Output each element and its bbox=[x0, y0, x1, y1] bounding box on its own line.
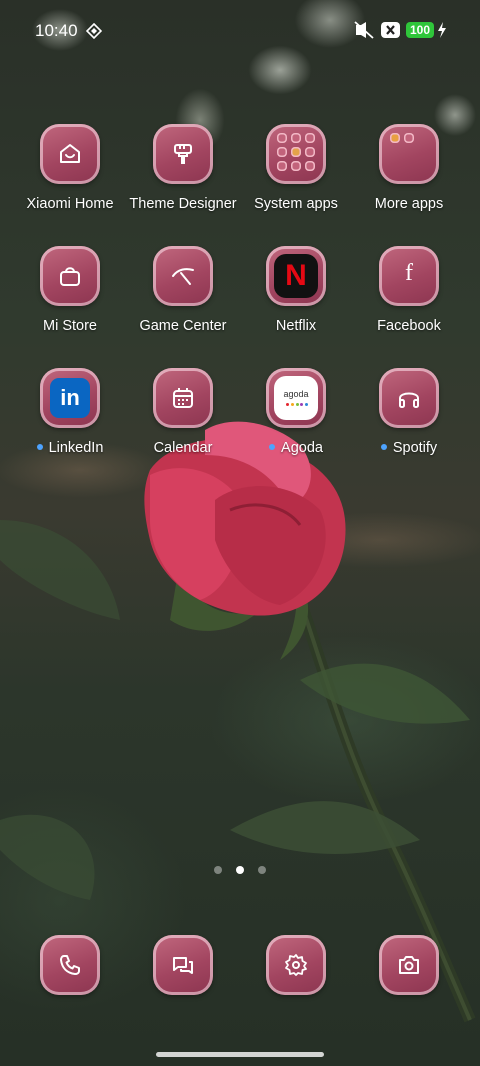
app-spotify[interactable]: Spotify bbox=[353, 368, 465, 468]
shopping-bag-icon bbox=[40, 246, 100, 306]
dock-messages[interactable] bbox=[153, 935, 213, 995]
app-label: Calendar bbox=[153, 440, 213, 456]
folder-app-previews bbox=[390, 133, 428, 173]
folder-more-apps[interactable]: More apps bbox=[353, 124, 465, 224]
page-dot[interactable] bbox=[214, 866, 222, 874]
headphones-icon bbox=[379, 368, 439, 428]
paint-roller-icon bbox=[153, 124, 213, 184]
folder-icon bbox=[379, 124, 439, 184]
app-label: More apps bbox=[374, 196, 444, 212]
facebook-logo-letter: f bbox=[405, 260, 413, 286]
game-center-icon bbox=[153, 246, 213, 306]
app-label: Theme Designer bbox=[129, 196, 237, 212]
app-theme-designer[interactable]: Theme Designer bbox=[127, 124, 239, 224]
folder-icon bbox=[266, 124, 326, 184]
new-install-dot bbox=[380, 444, 387, 451]
app-xiaomi-home[interactable]: Xiaomi Home bbox=[14, 124, 126, 224]
messages-icon bbox=[153, 935, 213, 995]
netflix-logo-letter: N bbox=[285, 259, 307, 292]
app-label: Game Center bbox=[139, 318, 227, 334]
app-label: Spotify bbox=[353, 440, 465, 456]
page-dot-active[interactable] bbox=[236, 866, 244, 874]
ds-icon bbox=[85, 22, 103, 44]
clock: 10:40 bbox=[35, 21, 78, 40]
agoda-icon: agoda bbox=[266, 368, 326, 428]
app-linkedin[interactable]: in LinkedIn bbox=[14, 368, 126, 468]
linkedin-logo-text: in bbox=[60, 385, 80, 410]
camera-icon bbox=[379, 935, 439, 995]
app-game-center[interactable]: Game Center bbox=[127, 246, 239, 346]
app-label: Mi Store bbox=[43, 318, 97, 334]
phone-icon bbox=[40, 935, 100, 995]
close-box-icon bbox=[381, 22, 400, 38]
battery-icon: 100 bbox=[406, 22, 435, 38]
dock-camera[interactable] bbox=[379, 935, 439, 995]
calendar-icon bbox=[153, 368, 213, 428]
app-agoda[interactable]: agoda Agoda bbox=[240, 368, 352, 468]
mute-icon bbox=[353, 21, 375, 44]
facebook-icon: f bbox=[379, 246, 439, 306]
folder-system-apps[interactable]: System apps bbox=[240, 124, 352, 224]
app-label: LinkedIn bbox=[14, 440, 126, 456]
page-indicator[interactable] bbox=[214, 866, 266, 874]
app-label: System apps bbox=[254, 196, 338, 212]
netflix-icon: N bbox=[266, 246, 326, 306]
new-install-dot bbox=[269, 444, 276, 451]
gear-icon bbox=[266, 935, 326, 995]
folder-app-previews bbox=[277, 133, 315, 173]
linkedin-icon: in bbox=[40, 368, 100, 428]
home-gesture-bar[interactable] bbox=[156, 1052, 324, 1057]
agoda-logo-text: agoda bbox=[283, 389, 309, 399]
dock-phone[interactable] bbox=[40, 935, 100, 995]
status-bar: 10:40 100 bbox=[0, 0, 480, 62]
app-calendar[interactable]: Calendar bbox=[127, 368, 239, 468]
app-label: Xiaomi Home bbox=[26, 196, 114, 212]
dock-settings[interactable] bbox=[266, 935, 326, 995]
app-netflix[interactable]: N Netflix bbox=[240, 246, 352, 346]
app-label: Netflix bbox=[275, 318, 317, 334]
bolt-icon bbox=[437, 22, 447, 43]
app-label: Facebook bbox=[377, 318, 441, 334]
app-facebook[interactable]: f Facebook bbox=[353, 246, 465, 346]
app-mi-store[interactable]: Mi Store bbox=[14, 246, 126, 346]
new-install-dot bbox=[36, 444, 43, 451]
app-label: Agoda bbox=[240, 440, 352, 456]
page-dot[interactable] bbox=[258, 866, 266, 874]
home-icon bbox=[40, 124, 100, 184]
